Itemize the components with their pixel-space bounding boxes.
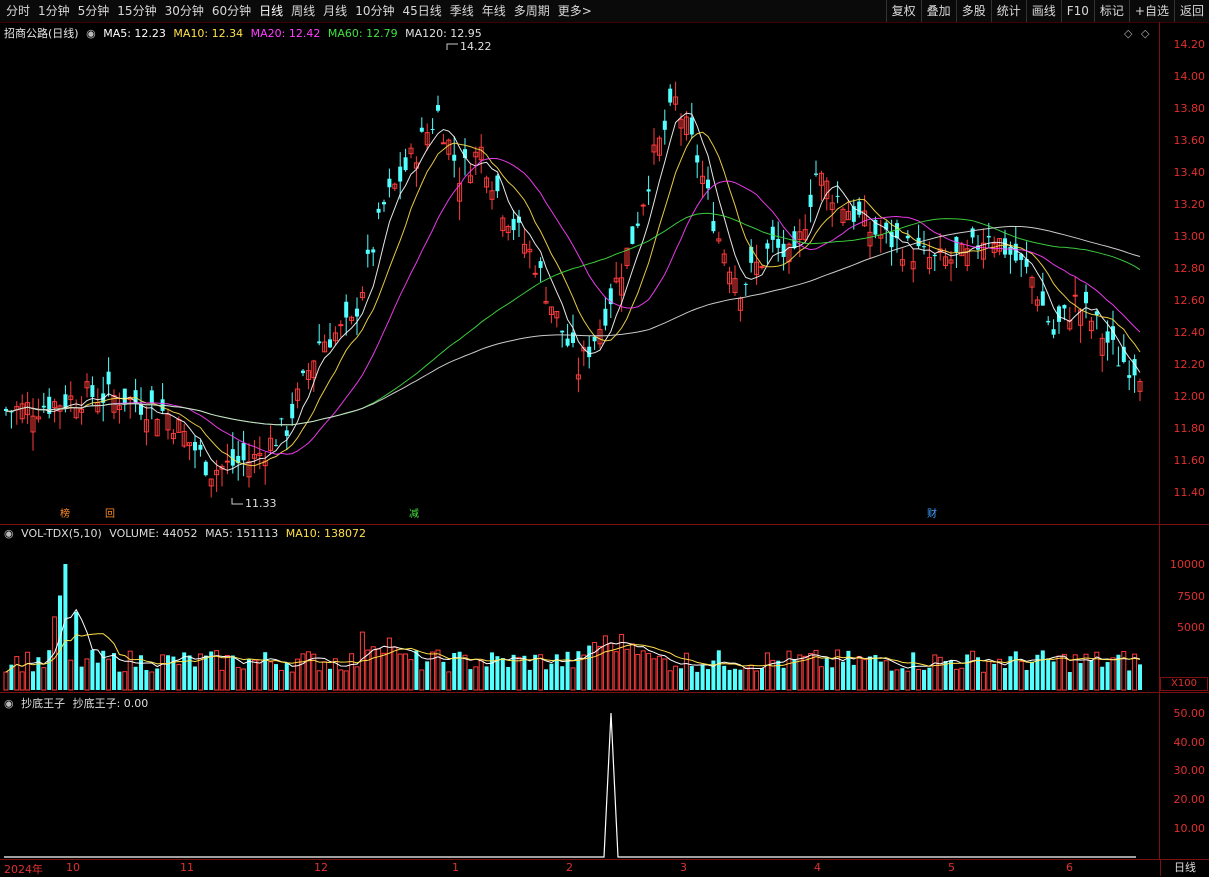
volume-bars xyxy=(3,564,1142,691)
indicator-tick: 50.00 xyxy=(1173,707,1206,720)
price-tick: 11.60 xyxy=(1173,454,1206,467)
ma20-value: MA20: 12.42 xyxy=(250,27,321,40)
x-axis-month: 6 xyxy=(1066,861,1073,874)
x-axis-month: 4 xyxy=(814,861,821,874)
stock-title[interactable]: 招商公路(日线) xyxy=(4,27,79,40)
volume-unit-label: X100 xyxy=(1160,677,1208,691)
price-extreme-marks xyxy=(231,43,458,505)
indicator-value: 抄底王子: 0.00 xyxy=(72,697,149,710)
x-axis-month: 11 xyxy=(180,861,194,874)
price-tick: 12.60 xyxy=(1173,294,1206,307)
indicator-tick: 40.00 xyxy=(1173,736,1206,749)
event-badge-finance[interactable]: 财 xyxy=(926,509,938,521)
x-axis-month: 10 xyxy=(66,861,80,874)
indicator-name: 抄底王子 xyxy=(21,697,66,710)
moving-average-lines xyxy=(5,112,1141,471)
volume-ma5: MA5: 151113 xyxy=(205,527,279,540)
price-tick: 13.80 xyxy=(1173,102,1206,115)
ma10-value: MA10: 12.34 xyxy=(173,27,244,40)
volume-ma-lines xyxy=(5,608,1141,673)
low-price-label: 11.33 xyxy=(245,497,277,510)
chevron-icon[interactable]: ◇ xyxy=(1141,27,1149,40)
indicator-legend: ◉ 抄底王子 抄底王子: 0.00 xyxy=(4,695,152,711)
volume-tick: 10000 xyxy=(1170,558,1205,571)
indicator-tick: 20.00 xyxy=(1173,793,1206,806)
price-tick: 14.00 xyxy=(1173,70,1206,83)
settings-icon[interactable]: ◉ xyxy=(4,697,14,710)
volume-tick: 7500 xyxy=(1177,590,1205,603)
price-tick: 13.20 xyxy=(1173,198,1206,211)
price-tick: 11.40 xyxy=(1173,486,1206,499)
volume-tick: 5000 xyxy=(1177,621,1205,634)
volume-ma10: MA10: 138072 xyxy=(285,527,366,540)
price-tick: 11.80 xyxy=(1173,422,1206,435)
event-badge-reduce[interactable]: 减 xyxy=(408,509,420,521)
volume-indicator-name: VOL-TDX(5,10) xyxy=(21,527,102,540)
x-axis-year: 2024年 xyxy=(4,863,43,876)
indicator-line xyxy=(4,712,1136,858)
panel-divider xyxy=(0,524,1209,525)
diamond-icon[interactable]: ◇ xyxy=(1124,27,1132,40)
x-axis-month: 3 xyxy=(680,861,687,874)
ma120-value: MA120: 12.95 xyxy=(405,27,482,40)
ma5-value: MA5: 12.23 xyxy=(103,27,166,40)
price-tick: 12.00 xyxy=(1173,390,1206,403)
panel-divider xyxy=(0,692,1209,693)
price-tick: 12.40 xyxy=(1173,326,1206,339)
price-tick: 13.40 xyxy=(1173,166,1206,179)
panel-divider xyxy=(0,859,1209,860)
x-axis-month: 12 xyxy=(314,861,328,874)
indicator-tick: 30.00 xyxy=(1173,764,1206,777)
axis-border xyxy=(1159,22,1160,860)
settings-icon[interactable]: ◉ xyxy=(4,527,14,540)
kline-chart[interactable] xyxy=(0,0,1209,876)
price-tick: 13.60 xyxy=(1173,134,1206,147)
x-axis-month: 1 xyxy=(452,861,459,874)
high-price-label: 14.22 xyxy=(460,40,492,53)
price-tick: 14.20 xyxy=(1173,38,1206,51)
x-axis-month: 5 xyxy=(948,861,955,874)
volume-legend: ◉ VOL-TDX(5,10) VOLUME: 44052 MA5: 15111… xyxy=(4,527,370,540)
period-indicator[interactable]: 日线 xyxy=(1160,860,1209,876)
ma60-value: MA60: 12.79 xyxy=(327,27,398,40)
price-tick: 12.20 xyxy=(1173,358,1206,371)
price-tick: 12.80 xyxy=(1173,262,1206,275)
event-badge-rank[interactable]: 榜 xyxy=(59,509,71,521)
gear-icon[interactable]: ◉ xyxy=(86,27,96,40)
volume-value: VOLUME: 44052 xyxy=(109,527,198,540)
main-legend: 招商公路(日线) ◉ MA5: 12.23 MA10: 12.34 MA20: … xyxy=(4,25,486,41)
event-badge-buyback[interactable]: 回 xyxy=(104,509,116,521)
candlesticks xyxy=(4,81,1143,498)
price-tick: 13.00 xyxy=(1173,230,1206,243)
x-axis-month: 2 xyxy=(566,861,573,874)
indicator-tick: 10.00 xyxy=(1173,822,1206,835)
